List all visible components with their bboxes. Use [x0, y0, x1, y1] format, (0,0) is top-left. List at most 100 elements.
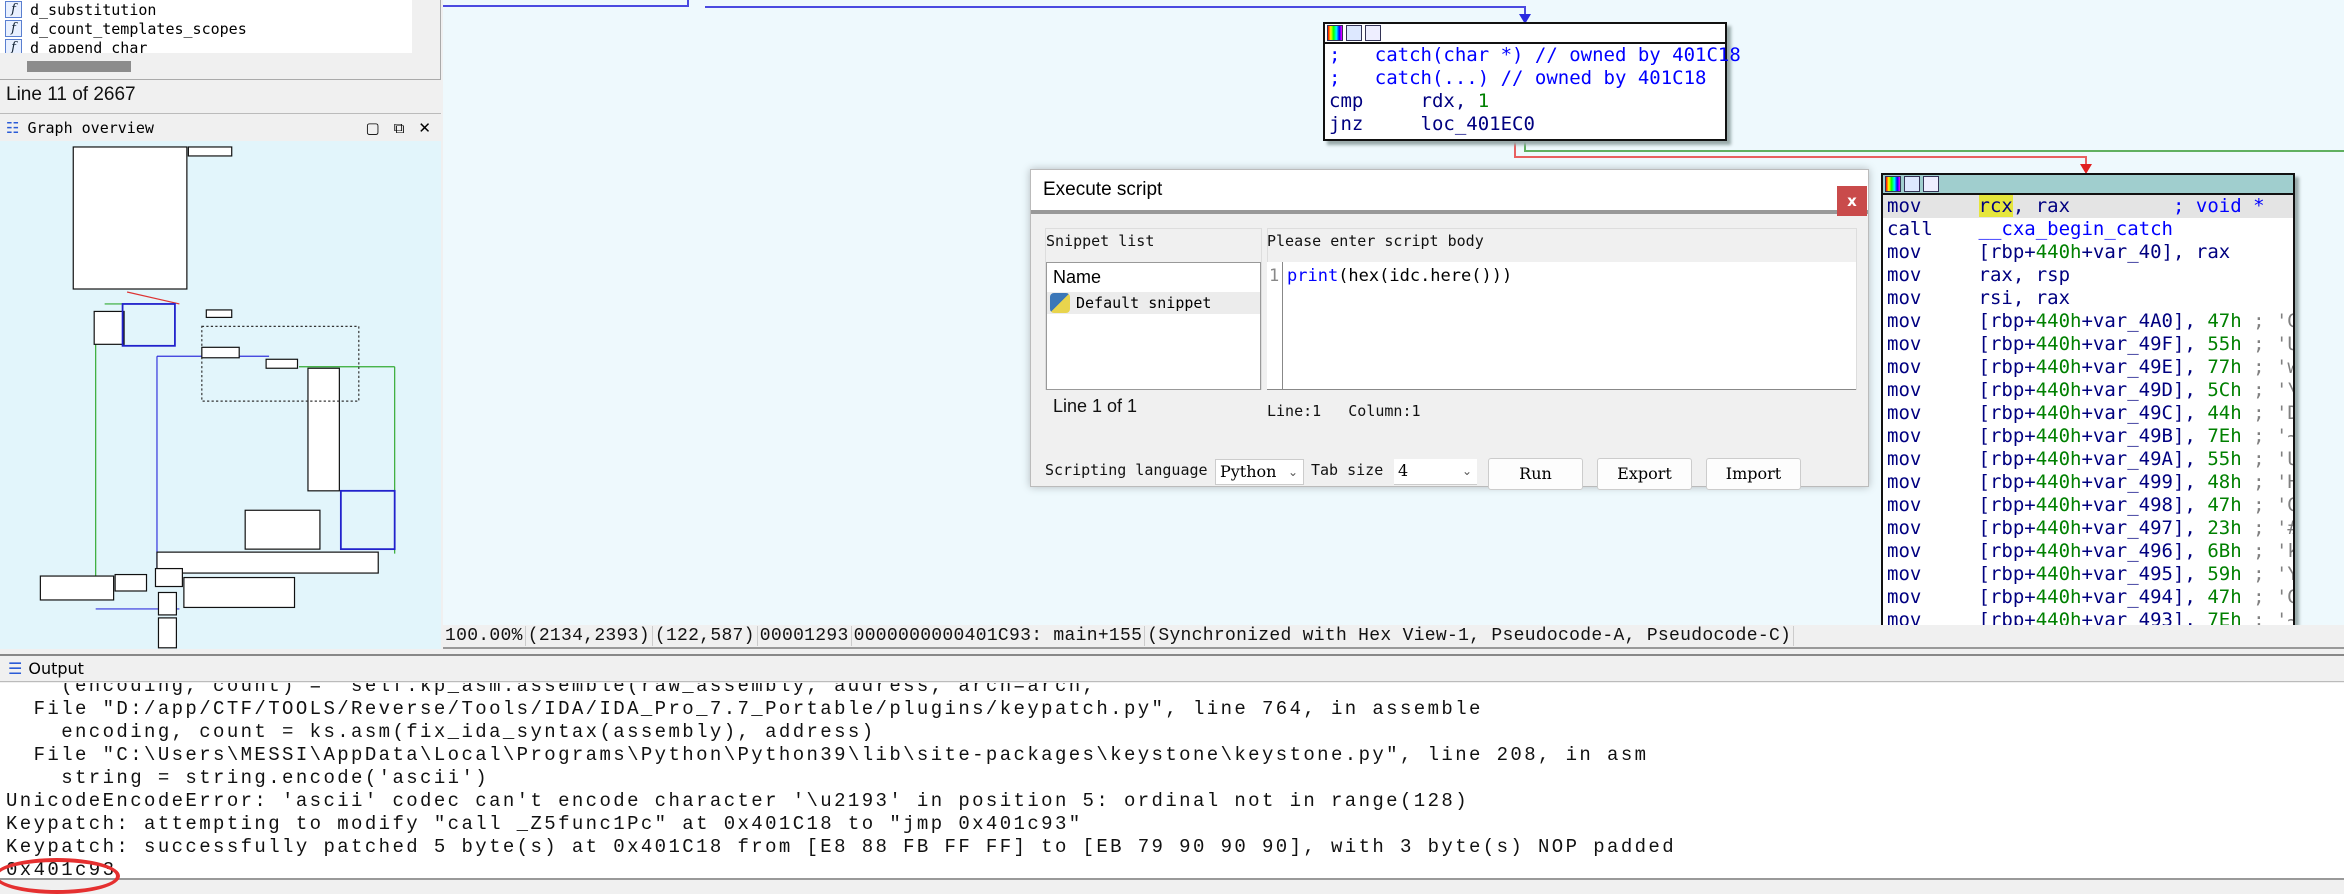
code-token: ; '#': [2253, 517, 2293, 539]
close-button[interactable]: x: [1837, 186, 1867, 216]
color-icon[interactable]: [1327, 25, 1343, 41]
code-token: mov: [1887, 402, 1979, 424]
code-line[interactable]: mov rsi, rax: [1883, 287, 2293, 310]
code-line[interactable]: mov [rbp+440h+var_40], rax: [1883, 241, 2293, 264]
graph-toggle-icon[interactable]: [1365, 25, 1381, 41]
code-line[interactable]: mov [rbp+440h+var_49B], 7Eh ; '~': [1883, 425, 2293, 448]
output-line: 0x401c93: [6, 859, 117, 880]
code-line[interactable]: ; catch(...) // owned by 401C18: [1325, 67, 1725, 90]
code-token: mov: [1887, 264, 1979, 286]
code-token: mov: [1887, 563, 1979, 585]
code-token: 440h: [2035, 379, 2082, 401]
script-editor[interactable]: 1 print(hex(idc.here())): [1267, 262, 1856, 390]
code-line[interactable]: mov [rbp+440h+var_49E], 77h ; 'w': [1883, 356, 2293, 379]
output-line: encoding, count = ks.asm(fix_ida_syntax(…: [6, 721, 876, 743]
output-console[interactable]: (encoding, count) = self.kp_asm.assemble…: [0, 683, 2344, 880]
list-header-name: Name: [1053, 267, 1102, 287]
code-line[interactable]: mov [rbp+440h+var_49A], 55h ; 'U': [1883, 448, 2293, 471]
graph-overview-minimap[interactable]: [0, 141, 441, 649]
code-line[interactable]: mov [rbp+440h+var_499], 48h ; 'H': [1883, 471, 2293, 494]
import-button[interactable]: Import: [1706, 458, 1801, 490]
graph-status-bar: 100.00% (2134,2393) (122,587) 00001293 00000…: [443, 625, 2344, 649]
function-list-item[interactable]: f d_append_char: [0, 38, 412, 53]
dialog-title-bar[interactable]: Execute script: [1031, 170, 1868, 214]
code-line[interactable]: mov [rbp+440h+var_497], 23h ; '#': [1883, 517, 2293, 540]
chevron-down-icon: ⌄: [1287, 465, 1298, 479]
edit-icon[interactable]: [1904, 176, 1920, 192]
code-token: 48h: [2207, 471, 2242, 493]
output-icon: ☰: [8, 659, 23, 678]
code-line[interactable]: mov [rbp+440h+var_495], 59h ; 'Y': [1883, 563, 2293, 586]
run-button[interactable]: Run: [1488, 458, 1583, 490]
code-line[interactable]: mov [rbp+440h+var_494], 47h ; 'G': [1883, 586, 2293, 609]
code-line[interactable]: mov [rbp+440h+var_496], 6Bh ; 'k': [1883, 540, 2293, 563]
code-line[interactable]: mov [rbp+440h+var_4A0], 47h ; 'G': [1883, 310, 2293, 333]
code-token: ; '\': [2253, 379, 2293, 401]
code-token: 440h: [2035, 563, 2082, 585]
close-icon[interactable]: ✕: [418, 119, 431, 137]
output-line: string = string.encode('ascii'): [6, 767, 490, 789]
code-token: mov: [1887, 287, 1979, 309]
edit-icon[interactable]: [1346, 25, 1362, 41]
code-line[interactable]: mov [rbp+440h+var_49C], 44h ; 'D': [1883, 402, 2293, 425]
status-field: 00001293: [758, 626, 852, 646]
code-token: rcx: [1978, 195, 2013, 217]
function-list-item[interactable]: f d_substitution: [0, 0, 412, 19]
code-token: loc_401EC0: [1420, 113, 1535, 135]
snippet-list[interactable]: Name Default snippet: [1046, 262, 1261, 390]
output-line: Keypatch: attempting to modify "call _Z5…: [6, 813, 1083, 835]
code-line[interactable]: cmp rdx, 1: [1325, 90, 1725, 113]
code-line[interactable]: mov [rbp+440h+var_49F], 55h ; 'U': [1883, 333, 2293, 356]
line-number: 1: [1267, 262, 1283, 389]
code-token: ; 'G': [2253, 586, 2293, 608]
code-line[interactable]: mov rcx, rax ; void *: [1883, 195, 2293, 218]
tab-size-label: Tab size: [1311, 461, 1384, 479]
catch-code-block[interactable]: ; catch(char *) // owned by 401C18; catc…: [1323, 22, 1741, 141]
code-line[interactable]: mov [rbp+440h+var_498], 47h ; 'G': [1883, 494, 2293, 517]
scripting-language-select[interactable]: Python ⌄: [1215, 459, 1304, 485]
code-token: 77h: [2207, 356, 2242, 378]
code-token: 440h: [2035, 517, 2082, 539]
code-line[interactable]: jnz loc_401EC0: [1325, 113, 1725, 136]
code-token: [rbp+: [1978, 379, 2036, 401]
code-token: [rbp+: [1978, 563, 2036, 585]
tab-size-select[interactable]: 4 ⌄: [1394, 459, 1477, 485]
code-line[interactable]: mov rax, rsp: [1883, 264, 2293, 287]
status-field: 100.00%: [443, 626, 526, 646]
snippet-item[interactable]: Default snippet: [1047, 292, 1260, 314]
color-icon[interactable]: [1885, 176, 1901, 192]
code-token: ; '~': [2253, 425, 2293, 447]
status-field: 0000000000401C93: main+155: [852, 626, 1146, 646]
function-list-item[interactable]: f d_count_templates_scopes: [0, 19, 412, 38]
code-token: rsi, rax: [1978, 287, 2071, 309]
code-line[interactable]: mov [rbp+440h+var_493], 7Eh ; '~': [1883, 609, 2293, 625]
restore-icon[interactable]: ⧉: [394, 119, 405, 137]
code-token: +var_4A0],: [2081, 310, 2208, 332]
code-token: +var_49F],: [2081, 333, 2208, 355]
maximize-icon[interactable]: ▢: [366, 119, 380, 137]
code-token: 23h: [2207, 517, 2242, 539]
code-token: +var_494],: [2081, 586, 2208, 608]
code-token: jnz: [1329, 113, 1421, 135]
graph-toggle-icon[interactable]: [1923, 176, 1939, 192]
main-code-block[interactable]: mov rcx, rax ; void * call __cxa_begin_ca…: [1881, 173, 2295, 625]
function-name: d_substitution: [30, 0, 157, 19]
code-token: [rbp+: [1978, 517, 2036, 539]
function-list[interactable]: f d_substitution f d_count_templates_scopes…: [0, 0, 412, 53]
code-line[interactable]: call __cxa_begin_catch: [1883, 218, 2293, 241]
code-token: ; catch(...) // owned by 401C18: [1329, 67, 1707, 89]
scripting-language-label: Scripting language: [1045, 461, 1208, 479]
code-token: mov: [1887, 379, 1979, 401]
code-token: [rbp+: [1978, 356, 2036, 378]
code-line[interactable]: mov [rbp+440h+var_49D], 5Ch ; '\': [1883, 379, 2293, 402]
code-token: call: [1887, 218, 1979, 240]
code-token: 440h: [2035, 448, 2082, 470]
code-token: 55h: [2207, 333, 2242, 355]
code-line[interactable]: ; catch(char *) // owned by 401C18: [1325, 44, 1741, 67]
horizontal-scrollbar[interactable]: [27, 61, 131, 72]
code-token: +var_49D],: [2081, 379, 2208, 401]
code-token: , rax: [2012, 195, 2173, 217]
code-token: ; 'G': [2253, 494, 2293, 516]
export-button[interactable]: Export: [1597, 458, 1692, 490]
function-name: d_append_char: [30, 38, 148, 54]
